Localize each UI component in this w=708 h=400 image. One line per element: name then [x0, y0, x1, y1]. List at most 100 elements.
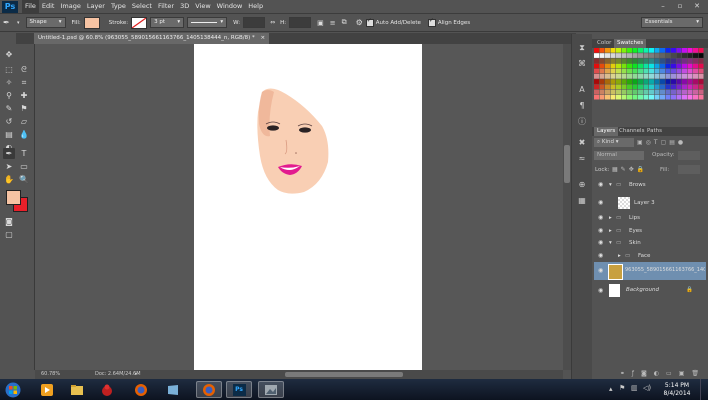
swatch[interactable] — [621, 89, 627, 95]
expand-arrow-icon[interactable]: ▸ — [609, 213, 612, 224]
swatch[interactable] — [621, 79, 627, 84]
swatch[interactable] — [621, 74, 627, 79]
swatch[interactable] — [654, 89, 660, 95]
quick-mask-icon[interactable]: ◙ — [3, 216, 15, 227]
swatch[interactable] — [638, 79, 643, 84]
tab-channels[interactable]: Channels — [616, 127, 647, 136]
clone-stamp-tool-icon[interactable]: ⚑ — [18, 103, 30, 114]
type-tool-icon[interactable]: T — [18, 148, 30, 159]
menu-type[interactable]: Type — [108, 0, 129, 13]
swatch[interactable] — [638, 63, 643, 69]
swatch[interactable] — [616, 53, 621, 58]
crop-tool-icon[interactable]: ⌗ — [18, 77, 30, 88]
swatch[interactable] — [682, 68, 687, 74]
swatch[interactable] — [654, 58, 660, 64]
maximize-icon[interactable]: ▫ — [673, 1, 687, 11]
swatch[interactable] — [693, 48, 698, 53]
swatch[interactable] — [654, 79, 660, 84]
swatch[interactable] — [616, 63, 621, 69]
swatch[interactable] — [698, 53, 704, 58]
horizontal-scroll-thumb[interactable] — [285, 372, 403, 377]
swatch[interactable] — [610, 84, 616, 90]
history-panel-icon[interactable]: ⧗ — [576, 42, 588, 54]
swatch[interactable] — [682, 89, 687, 95]
swatch[interactable] — [594, 68, 599, 74]
adjustments-panel-icon[interactable]: ⊕ — [576, 179, 588, 191]
layer-row[interactable]: ◉ ▸ ▭ Face — [594, 251, 706, 262]
swatch[interactable] — [698, 58, 704, 64]
swatch[interactable] — [654, 74, 660, 79]
swatch[interactable] — [693, 84, 698, 90]
magic-wand-tool-icon[interactable]: ✧ — [3, 77, 15, 88]
eye-icon[interactable]: ◉ — [598, 239, 604, 246]
swatch[interactable] — [693, 68, 698, 74]
layer-row[interactable]: ◉ ▸ ▭ Eyes — [594, 226, 706, 237]
firefox-taskbar-icon[interactable] — [128, 381, 154, 398]
swatch[interactable] — [610, 53, 616, 58]
opacity-input[interactable] — [678, 151, 700, 160]
layer-row[interactable]: ◉ ▸ ▭ Lips — [594, 213, 706, 224]
blend-mode-select[interactable]: Normal — [594, 151, 644, 160]
swatch[interactable] — [627, 74, 632, 79]
expand-arrow-icon[interactable]: ▸ — [618, 251, 621, 262]
swatch[interactable] — [671, 79, 676, 84]
swatch[interactable] — [627, 58, 632, 64]
swatch[interactable] — [665, 79, 671, 84]
action-center-icon[interactable]: ⚑ — [619, 384, 625, 392]
swatch[interactable] — [616, 94, 621, 100]
swatch[interactable] — [643, 79, 649, 84]
swatch[interactable] — [638, 68, 643, 74]
layer-row[interactable]: ◉ ▾ ▭ Skin — [594, 238, 706, 249]
swatch[interactable] — [599, 94, 605, 100]
path-operations-icon[interactable]: ▣ — [317, 19, 324, 27]
swatch[interactable] — [649, 94, 654, 100]
brush-panel-icon[interactable]: ≈ — [576, 153, 588, 165]
filter-kind-select[interactable]: ⌕ Kind ▾ — [594, 138, 634, 147]
pen-tool-icon[interactable]: ✒ — [3, 148, 15, 159]
swatch[interactable] — [610, 94, 616, 100]
zoom-level[interactable]: 60.78% — [41, 370, 60, 379]
swatch[interactable] — [660, 63, 665, 69]
swatch[interactable] — [693, 89, 698, 95]
paragraph-panel-icon[interactable]: ¶ — [576, 100, 588, 112]
filter-icons[interactable]: ▣◎T▢▤● — [637, 138, 701, 147]
swatch[interactable] — [594, 89, 599, 95]
swatch[interactable] — [665, 68, 671, 74]
swatch[interactable] — [671, 63, 676, 69]
menu-edit[interactable]: Edit — [39, 0, 58, 13]
swatch[interactable] — [682, 58, 687, 64]
swatch[interactable] — [599, 53, 605, 58]
swatch[interactable] — [660, 89, 665, 95]
swatch[interactable] — [687, 53, 693, 58]
swatch[interactable] — [682, 53, 687, 58]
swatch[interactable] — [649, 68, 654, 74]
layer-row-selected[interactable]: ◉ 963055_589015661163766_1405138444_n — [594, 262, 706, 280]
swatch[interactable] — [676, 63, 682, 69]
swatch[interactable] — [682, 94, 687, 100]
swatch[interactable] — [627, 53, 632, 58]
swatch[interactable] — [627, 63, 632, 69]
swatch[interactable] — [594, 53, 599, 58]
lock-icons[interactable]: ▦✎✥🔒 — [612, 166, 647, 173]
swatch[interactable] — [643, 53, 649, 58]
swatch[interactable] — [698, 63, 704, 69]
align-edges-checkbox[interactable] — [427, 17, 436, 27]
layers-footer-icons[interactable]: ⚭ƒ◙◐▭▣🗑 — [594, 369, 706, 378]
swatch[interactable] — [599, 58, 605, 64]
screen-mode-icon[interactable]: ▢ — [3, 229, 15, 240]
file-explorer-taskbar-icon[interactable] — [64, 381, 90, 398]
swatch[interactable] — [671, 84, 676, 90]
swatch[interactable] — [594, 79, 599, 84]
swatch[interactable] — [698, 89, 704, 95]
swatch[interactable] — [605, 48, 610, 53]
swatch[interactable] — [676, 79, 682, 84]
clock-date[interactable]: 8/4/2014 — [660, 390, 694, 397]
photoshop-taskbar-button[interactable]: Ps — [226, 381, 252, 398]
swatch[interactable] — [693, 79, 698, 84]
network-icon[interactable]: ▥ — [631, 384, 638, 392]
swatch[interactable] — [643, 68, 649, 74]
expand-arrow-icon[interactable]: ▸ — [609, 226, 612, 237]
swatch[interactable] — [671, 48, 676, 53]
swatch[interactable] — [687, 94, 693, 100]
swatch[interactable] — [660, 68, 665, 74]
